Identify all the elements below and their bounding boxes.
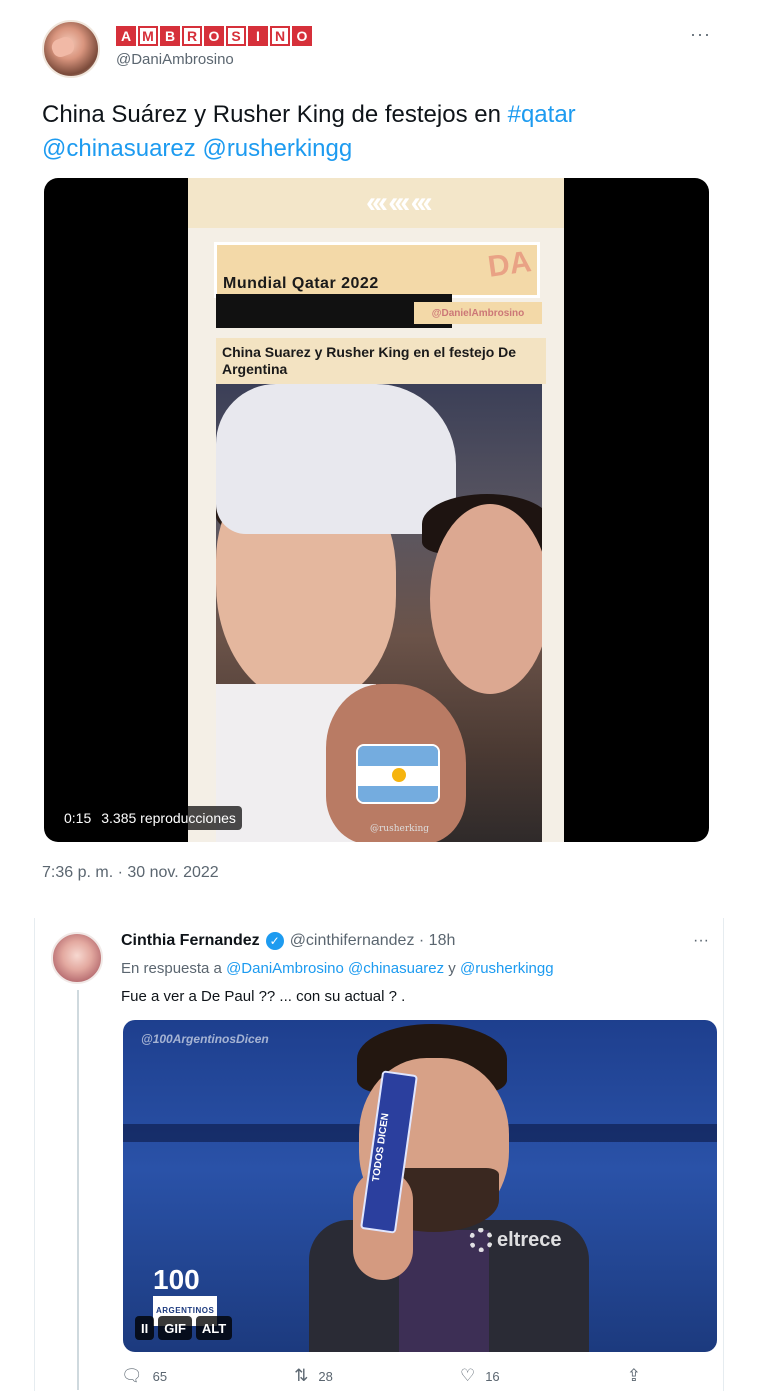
mention-link[interactable]: @chinasuarez [42,135,196,162]
name-letter: N [270,26,290,46]
video-stats: 0:15 3.385 reproducciones [58,806,242,830]
video-credit: @rusherking [370,824,430,834]
tweet-actions: 🗨 65 ⇅ 28 ♡ 16 ⇪ [121,1366,641,1386]
mention-link[interactable]: @rusherkingg [202,135,352,162]
share-icon: ⇪ [626,1366,641,1385]
watermark-logo: DA [485,245,534,284]
video-frame: ‹‹‹ ‹‹‹ ‹‹‹ Mundial Qatar 2022 DA @Danie… [188,178,564,842]
thread-line [77,990,79,1390]
channel-logo: eltrece [469,1228,562,1252]
reply-button[interactable]: 🗨 65 [121,1366,167,1386]
name-letter: S [226,26,246,46]
comment-icon: 🗨 [121,1366,143,1385]
name-letter: O [204,26,224,46]
channel-name: eltrece [497,1228,562,1251]
video-top-banner: ‹‹‹ ‹‹‹ ‹‹‹ [188,178,564,228]
mention-link[interactable]: @DaniAmbrosino @chinasuarez [226,960,444,977]
retweet-icon: ⇅ [294,1366,309,1385]
video-handle-tag: @DanielAmbrosino [414,302,542,324]
alt-text-button[interactable]: ALT [195,1316,233,1340]
video-duration: 0:15 [64,810,92,826]
reply-tweet: Cinthia Fernandez ✓ @cinthifernandez · 1… [34,918,724,1391]
more-options-icon[interactable]: ··· [690,24,711,45]
replying-to: En respuesta a @DaniAmbrosino @chinasuar… [121,960,554,977]
tweet-text-plain: China Suárez y Rusher King de festejos e… [42,101,508,128]
avatar[interactable] [51,932,103,984]
retweet-count: 28 [318,1368,333,1384]
more-options-icon[interactable]: ··· [693,932,709,950]
mention-link[interactable]: @rusherkingg [460,960,554,977]
name-letter: I [248,26,268,46]
hashtag-link[interactable]: #qatar [508,101,576,128]
chevron-left-icon: ‹‹‹ ‹‹‹ ‹‹‹ [366,186,433,219]
reply-prefix: En respuesta a [121,960,227,977]
video-views: 3.385 reproducciones [101,810,236,826]
avatar[interactable] [42,20,100,78]
tv-host: TODOS DICEN [309,1020,589,1352]
main-tweet: A M B R O S I N O @DaniAmbrosino ··· Chi… [0,0,767,905]
tv-card-text: TODOS DICEN [370,1112,392,1183]
tweet-text: Fue a ver a De Paul ?? ... con su actual… [121,988,406,1005]
gif-controls: II GIF ALT [135,1316,233,1340]
video-photo: @rusherking [216,384,542,842]
name-letter: A [116,26,136,46]
name-letter: M [138,26,158,46]
like-count: 16 [485,1368,500,1384]
retweet-button[interactable]: ⇅ 28 [294,1366,333,1386]
tweet-timestamp[interactable]: 7:36 p. m. · 30 nov. 2022 [42,864,219,882]
name-letter: O [292,26,312,46]
tweet-text: China Suárez y Rusher King de festejos e… [42,98,722,166]
video-caption: China Suarez y Rusher King en el festejo… [216,338,546,384]
video-player[interactable]: ‹‹‹ ‹‹‹ ‹‹‹ Mundial Qatar 2022 DA @Danie… [44,178,709,842]
show-logo-number: 100 [153,1264,200,1295]
verified-badge-icon: ✓ [265,932,284,950]
gif-watermark: @100ArgentinosDicen [141,1032,269,1046]
gif-badge: GIF [158,1316,192,1340]
reply-count: 65 [152,1368,168,1384]
argentina-flag-icon [356,744,440,804]
gear-icon [469,1228,493,1252]
reply-and: y [444,960,460,977]
display-name-logo[interactable]: A M B R O S I N O [116,26,312,46]
display-name[interactable]: Cinthia Fernandez [121,932,260,950]
gif-player[interactable]: @100ArgentinosDicen TODOS DICEN eltrece … [123,1020,717,1352]
share-button[interactable]: ⇪ [627,1366,641,1386]
video-title: Mundial Qatar 2022 [223,275,379,292]
name-letter: B [160,26,180,46]
user-handle[interactable]: @cinthifernandez · 18h [290,932,456,950]
name-letter: R [182,26,202,46]
pause-button[interactable]: II [135,1316,155,1340]
user-handle[interactable]: @DaniAmbrosino [116,51,234,68]
heart-icon: ♡ [459,1366,476,1385]
tweet-header: Cinthia Fernandez ✓ @cinthifernandez · 1… [121,932,455,950]
like-button[interactable]: ♡ 16 [460,1366,500,1386]
